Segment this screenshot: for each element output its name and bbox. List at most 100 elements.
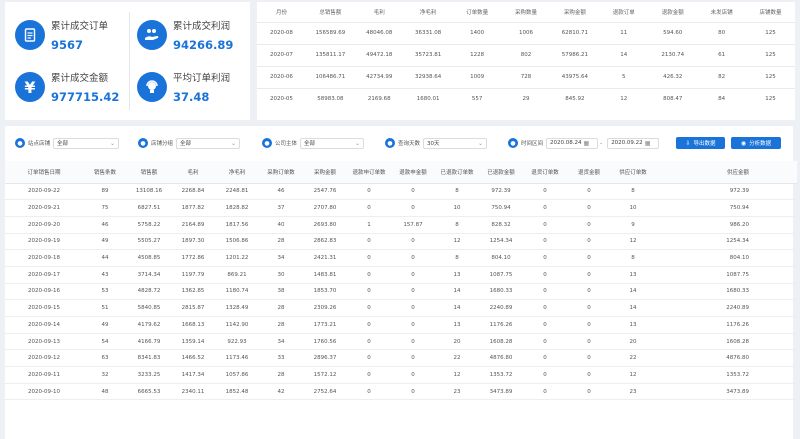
table-cell: 1828.82: [215, 199, 259, 217]
table-row[interactable]: 2020-09-10 48 6665.53 2340.11 1852.48 42 2752.…: [5, 383, 797, 401]
filter-label: 店铺分组: [151, 141, 174, 147]
table-row[interactable]: 2020-06 106486.71 42734.99 32938.64 1009 728 4…: [257, 65, 795, 88]
table-row[interactable]: 2020-09-16 53 4828.72 1362.85 1180.74 38 1853.…: [5, 283, 797, 301]
table-cell: 0: [347, 366, 391, 384]
table-cell: 4828.72: [127, 283, 171, 301]
table-row[interactable]: 2020-09-12 63 8341.83 1466.52 1173.46 33 2896.…: [5, 349, 797, 368]
table-cell: 1328.49: [215, 299, 259, 317]
table-cell: 922.93: [215, 333, 259, 351]
column-header: 已退款订单数: [435, 161, 479, 184]
table-row[interactable]: 2020-09-13 54 4166.79 1359.14 922.93 34 1760.5…: [5, 333, 797, 351]
table-row[interactable]: 2020-09-14 49 4179.62 1668.13 1142.90 28 1773.…: [5, 316, 797, 334]
calendar-icon: ▦: [644, 139, 651, 147]
table-cell: 10: [435, 199, 479, 217]
table-row[interactable]: 2020-09-18 44 4508.85 1772.86 1201.22 34 2421.…: [5, 249, 797, 267]
table-cell: 61: [697, 43, 747, 66]
table-cell: 5505.27: [127, 233, 171, 251]
export-button[interactable]: ⇩ 导出数据: [676, 137, 725, 149]
table-row[interactable]: 2020-09-17 43 3714.34 1197.79 869.21 30 1483.8…: [5, 266, 797, 284]
table-cell: 14: [435, 299, 479, 317]
column-header: 已退款金额: [479, 161, 523, 184]
column-header: 退货金额: [567, 161, 611, 184]
table-cell: 157.87: [391, 216, 435, 234]
table-cell: 2169.68: [354, 87, 404, 110]
table-row[interactable]: 2020-09-11 32 3233.25 1417.34 1057.86 28 1572.…: [5, 366, 797, 384]
category-select[interactable]: 全部 ⌄: [176, 137, 241, 149]
stat-value: 9567: [51, 38, 84, 52]
filter-label: 查询天数: [398, 141, 421, 147]
column-header: 毛利: [373, 9, 385, 16]
table-cell: 0: [391, 199, 435, 217]
table-cell: 0: [391, 299, 435, 317]
range-select[interactable]: 30天 ⌄: [423, 137, 488, 149]
table-row[interactable]: 2020-05 58983.08 2169.68 1680.01 557 29 845.92…: [257, 87, 795, 110]
table-cell: 156589.69: [305, 21, 355, 44]
stat-label: 累计成交利润: [173, 21, 231, 32]
select-value: 30天: [427, 141, 440, 147]
table-cell: 11: [599, 21, 649, 44]
table-cell: 8: [435, 249, 479, 267]
table-cell: 0: [347, 316, 391, 334]
stat-value: 37.48: [173, 90, 210, 104]
select-value: 全部: [180, 141, 192, 147]
table-cell: 106486.71: [305, 65, 355, 88]
table-cell: 1087.75: [655, 266, 797, 284]
table-cell: 2164.89: [171, 216, 215, 234]
table-cell: 1760.56: [303, 333, 347, 351]
store-icon: ●: [15, 138, 25, 148]
company-select[interactable]: 全部 ⌄: [300, 137, 365, 149]
daily-detail-table: 订单销售日期 销售条数 销售额 毛利 净毛利 采购订单数 采购金额 退款申订单数…: [5, 161, 797, 401]
filter-company: ● 公司主体 全部 ⌄: [262, 137, 365, 149]
select-value: 全部: [57, 141, 69, 147]
table-cell: 22: [435, 349, 479, 368]
table-cell: 804.10: [655, 249, 797, 267]
table-row[interactable]: 2020-08 156589.69 48046.08 36331.08 1400 1006…: [257, 21, 795, 44]
table-cell: 2815.87: [171, 299, 215, 317]
table-row[interactable]: 2020-09-20 46 5758.22 2164.89 1817.56 40 2693.…: [5, 216, 797, 234]
table-cell: 57986.21: [550, 43, 600, 66]
date-separator: -: [600, 139, 603, 147]
table-cell: 972.39: [479, 183, 523, 201]
table-cell: 1353.72: [479, 366, 523, 384]
table-cell: 1142.90: [215, 316, 259, 334]
yen-icon: ¥: [15, 72, 45, 102]
table-cell: 48: [83, 383, 127, 401]
column-header: 退货订单数: [523, 161, 567, 184]
table-cell: 40: [259, 216, 303, 234]
start-date-input[interactable]: 2020.08.24 ▦: [546, 137, 599, 149]
chevron-down-icon: ⌄: [230, 139, 237, 147]
table-cell: 2020-09-10: [5, 383, 83, 401]
chevron-down-icon: ⌄: [109, 139, 116, 147]
table-cell: 0: [567, 383, 611, 401]
table-cell: 38: [259, 283, 303, 301]
store-select[interactable]: 全部 ⌄: [53, 137, 120, 149]
table-cell: 49: [83, 233, 127, 251]
table-cell: 1852.48: [215, 383, 259, 401]
table-cell: 36331.08: [403, 21, 453, 44]
table-cell: 4179.62: [127, 316, 171, 334]
table-cell: 3473.89: [479, 383, 523, 401]
table-cell: 0: [523, 333, 567, 351]
table-cell: 13: [435, 266, 479, 284]
table-row[interactable]: 2020-09-22 89 13108.16 2268.84 2248.81 46 2547…: [5, 183, 797, 201]
filter-date: ● 时间区间 2020.08.24 ▦ - 2020.09.22 ▦: [508, 137, 660, 149]
table-row[interactable]: 2020-09-19 49 5505.27 1897.30 1506.86 28 2862.…: [5, 233, 797, 251]
table-cell: 1853.70: [303, 283, 347, 301]
table-cell: 972.39: [655, 183, 797, 201]
table-cell: 14: [611, 299, 655, 317]
column-header: 净毛利: [419, 9, 437, 16]
analyze-button[interactable]: ◉ 分析数据: [731, 137, 781, 149]
table-row[interactable]: 2020-09-15 51 5840.85 2815.87 1328.49 28 2309.…: [5, 299, 797, 317]
table-row[interactable]: 2020-07 135811.17 49472.18 35723.81 1228 802 5…: [257, 43, 795, 66]
table-cell: 13108.16: [127, 183, 171, 201]
table-row[interactable]: 2020-09-21 75 6827.51 1877.82 1828.82 37 2707.…: [5, 199, 797, 217]
table-cell: 0: [523, 316, 567, 334]
table-cell: 1087.75: [479, 266, 523, 284]
table-cell: 2693.80: [303, 216, 347, 234]
end-date-input[interactable]: 2020.09.22 ▦: [607, 137, 660, 149]
table-cell: 1572.12: [303, 366, 347, 384]
calendar-range-icon: ●: [385, 138, 395, 148]
column-header: 月份: [275, 9, 287, 16]
stat-label: 平均订单利润: [173, 73, 231, 84]
table-cell: 2130.74: [648, 43, 698, 66]
